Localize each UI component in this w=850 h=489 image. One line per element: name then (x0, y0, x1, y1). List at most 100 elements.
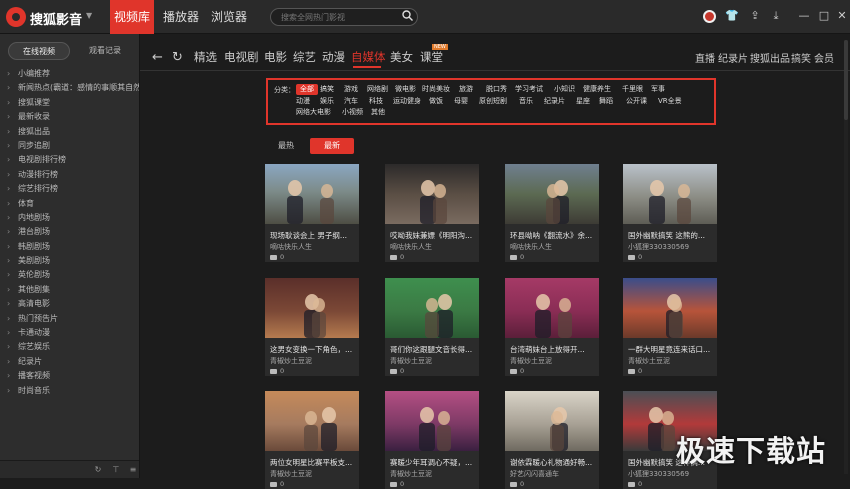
maximize-icon[interactable]: □ (817, 9, 831, 23)
sidebar-item[interactable]: 高清电影 (0, 297, 139, 311)
nav-tab-browser[interactable]: 浏览器 (208, 0, 250, 34)
upload-icon[interactable]: ⇪ (748, 9, 762, 23)
close-icon[interactable]: ✕ (835, 9, 849, 23)
filter-chip[interactable]: 学习考试 (515, 84, 543, 95)
sidebar-item[interactable]: 港台剧场 (0, 225, 139, 239)
video-card[interactable]: 哎呦我妹兼嫖《明阳沟... 嘀咕快乐人生 0 (385, 164, 479, 262)
sidebar-item[interactable]: 韩剧剧场 (0, 240, 139, 254)
video-title[interactable]: 这男女变换一下角色，... (270, 344, 356, 355)
sidebar-item[interactable]: 动漫排行榜 (0, 168, 139, 182)
sort-hot-button[interactable]: 最热 (270, 138, 302, 154)
video-card[interactable]: 谢依霖暖心礼物通好畅... 好艺闪闪喜通车 0 (505, 391, 599, 489)
category-tab-classroom[interactable]: 课堂 (420, 49, 443, 65)
tab-online-videos[interactable]: 在线视频 (8, 42, 70, 60)
video-thumbnail[interactable] (505, 278, 599, 338)
video-title[interactable]: 国外幽默搞笑 这熊的... (628, 230, 714, 241)
sidebar-item[interactable]: 电视剧排行榜 (0, 153, 139, 167)
filter-chip[interactable]: 其他 (371, 107, 385, 118)
category-tab-featured[interactable]: 精选 (194, 49, 217, 65)
video-thumbnail[interactable] (265, 278, 359, 338)
avatar-icon[interactable] (703, 10, 716, 23)
filter-chip[interactable]: 健康养生 (583, 84, 611, 95)
sidebar-item[interactable]: 小编推荐 (0, 67, 139, 81)
sidebar-item[interactable]: 内地剧场 (0, 211, 139, 225)
video-thumbnail[interactable] (505, 164, 599, 224)
video-card[interactable]: 两位女明星比赛平板支... 青椒炒土豆泥 0 (265, 391, 359, 489)
filter-chip[interactable]: 军事 (651, 84, 665, 95)
nav-tab-player[interactable]: 播放器 (160, 0, 202, 34)
sidebar-item[interactable]: 体育 (0, 197, 139, 211)
video-title[interactable]: 台湾萌妹台上放得开... (510, 344, 596, 355)
filter-chip[interactable]: 科技 (369, 96, 383, 107)
filter-chip[interactable]: 旅游 (459, 84, 473, 95)
filter-chip[interactable]: 运动健身 (393, 96, 421, 107)
video-source[interactable]: 嘀咕快乐人生 (270, 242, 312, 252)
video-title[interactable]: 谢依霖暖心礼物通好畅... (510, 457, 596, 468)
video-title[interactable]: 环县呦呐《翻流水》余... (510, 230, 596, 241)
video-title[interactable]: 两位女明星比赛平板支... (270, 457, 356, 468)
back-arrow-icon[interactable]: ← (152, 50, 163, 65)
video-thumbnail[interactable] (385, 164, 479, 224)
sidebar-item[interactable]: 搜狐课堂 (0, 96, 139, 110)
filter-chip[interactable]: 小视频 (342, 107, 363, 118)
video-thumbnail[interactable] (265, 164, 359, 224)
nav-tab-video-library[interactable]: 视频库 (110, 0, 154, 34)
video-source[interactable]: 青椒炒土豆泥 (510, 356, 552, 366)
video-thumbnail[interactable] (623, 278, 717, 338)
sidebar-item[interactable]: 搜狐出品 (0, 125, 139, 139)
filter-chip[interactable]: 做饭 (429, 96, 443, 107)
video-source[interactable]: 青椒炒土豆泥 (628, 356, 670, 366)
filter-chip[interactable]: VR全景 (658, 96, 682, 107)
sidebar-item[interactable]: 其他剧集 (0, 283, 139, 297)
video-source[interactable]: 嘀咕快乐人生 (510, 242, 552, 252)
video-source[interactable]: 嘀咕快乐人生 (390, 242, 432, 252)
video-title[interactable]: 一群大明星竟连来话口... (628, 344, 714, 355)
sidebar-item[interactable]: 热门预告片 (0, 312, 139, 326)
category-tab-we-media[interactable]: 自媒体 (351, 49, 386, 65)
sort-new-button[interactable]: 最新 (310, 138, 354, 154)
video-card[interactable]: 现场耿谈会上 男子纲... 嘀咕快乐人生 0 (265, 164, 359, 262)
filter-chip[interactable]: 小知识 (554, 84, 575, 95)
filter-chip[interactable]: 母婴 (454, 96, 468, 107)
filter-icon[interactable]: ⊤ (111, 465, 121, 475)
video-thumbnail[interactable] (385, 391, 479, 451)
video-card[interactable]: 台湾萌妹台上放得开... 青椒炒土豆泥 0 (505, 278, 599, 376)
video-title[interactable]: 哎呦我妹兼嫖《明阳沟... (390, 230, 476, 241)
category-tab-documentary[interactable]: 纪录片 (718, 50, 748, 65)
sidebar-item[interactable]: 英伦剧场 (0, 268, 139, 282)
sidebar-item[interactable]: 纪录片 (0, 355, 139, 369)
sidebar-item[interactable]: 综艺排行榜 (0, 182, 139, 196)
video-thumbnail[interactable] (265, 391, 359, 451)
video-source[interactable]: 青椒炒土豆泥 (390, 356, 432, 366)
tab-watch-history[interactable]: 观看记录 (74, 42, 136, 60)
minimize-icon[interactable]: — (797, 9, 811, 23)
filter-chip[interactable]: 纪录片 (544, 96, 565, 107)
filter-chip[interactable]: 动漫 (296, 96, 310, 107)
video-thumbnail[interactable] (385, 278, 479, 338)
video-card[interactable]: 这男女变换一下角色，... 青椒炒土豆泥 0 (265, 278, 359, 376)
category-tab-funny[interactable]: 搞笑 (791, 50, 811, 65)
filter-chip[interactable]: 音乐 (519, 96, 533, 107)
sidebar-item[interactable]: 综艺娱乐 (0, 340, 139, 354)
scrollbar-thumb[interactable] (844, 40, 848, 120)
filter-chip[interactable]: 全部 (296, 84, 318, 95)
category-tab-vip[interactable]: 会员 (814, 50, 834, 65)
filter-chip[interactable]: 网络大电影 (296, 107, 331, 118)
filter-chip[interactable]: 搞笑 (320, 84, 334, 95)
category-tab-sohu-original[interactable]: 搜狐出品 (750, 50, 790, 65)
video-title[interactable]: 哥们你这跟腿文音长得... (390, 344, 476, 355)
video-thumbnail[interactable] (505, 391, 599, 451)
category-tab-live[interactable]: 直播 (695, 50, 715, 65)
video-card[interactable]: 一群大明星竟连来话口... 青椒炒土豆泥 0 (623, 278, 717, 376)
search-icon[interactable] (402, 10, 413, 21)
sidebar-item[interactable]: 美剧剧场 (0, 254, 139, 268)
sidebar-item[interactable]: 同步追剧 (0, 139, 139, 153)
sidebar-item[interactable]: 时尚音乐 (0, 384, 139, 398)
category-tab-anime[interactable]: 动漫 (322, 49, 345, 65)
sidebar-item[interactable]: 卡通动漫 (0, 326, 139, 340)
filter-chip[interactable]: 时尚美妆 (422, 84, 450, 95)
refresh-icon[interactable]: ↻ (172, 50, 183, 65)
filter-chip[interactable]: 千里眼 (622, 84, 643, 95)
app-menu-chevron-icon[interactable]: ▼ (86, 11, 92, 20)
video-thumbnail[interactable] (623, 164, 717, 224)
